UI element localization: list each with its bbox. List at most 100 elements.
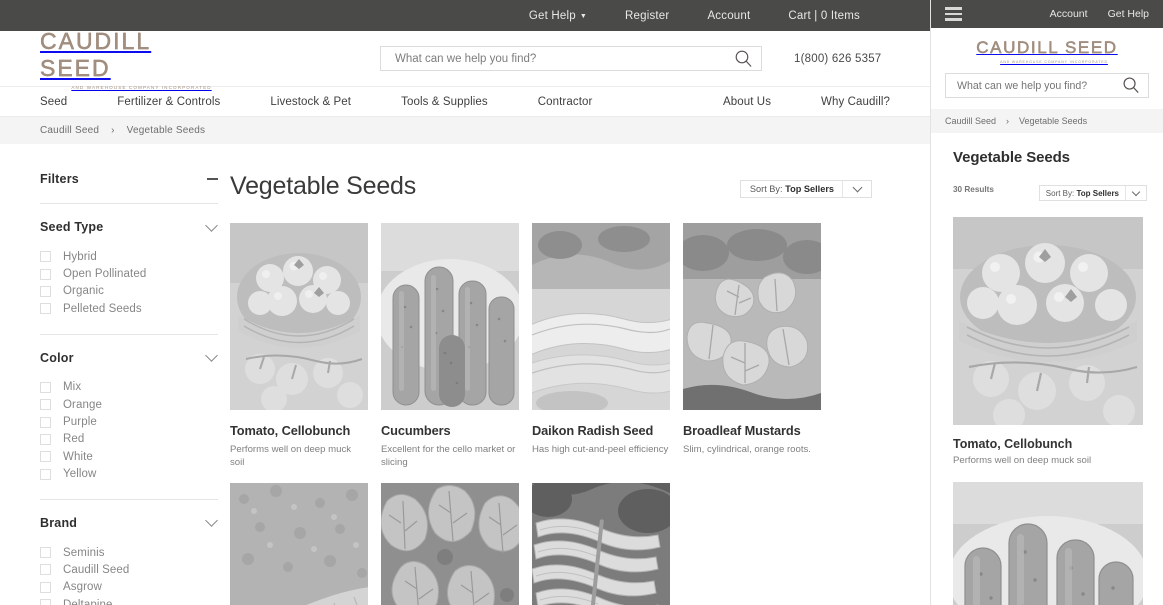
mobile-product-card[interactable]: Tomato, Cellobunch Performs well on deep… [931,201,1163,466]
filter-option-label: Mix [63,381,82,394]
product-title[interactable]: Cucumbers [381,423,519,439]
checkbox[interactable] [40,268,51,280]
filter-option-purple[interactable]: Purple [40,413,218,430]
nav-item-livestock-pet[interactable]: Livestock & Pet [270,96,351,108]
product-image-leafy-greens[interactable] [381,482,519,605]
nav-item-seed[interactable]: Seed [40,96,67,108]
product-card[interactable]: Tomato, Cellobunch Performs well on deep… [230,223,368,470]
product-title[interactable]: Tomato, Cellobunch [953,437,1143,451]
nav-item-fertilizer-controls[interactable]: Fertilizer & Controls [117,96,220,108]
cart-link[interactable]: Cart | 0 Items [788,10,860,22]
product-title[interactable]: Daikon Radish Seed [532,423,670,439]
search-icon[interactable] [1122,76,1140,94]
logo-tagline: AND WAREHOUSE COMPANY INCORPORATED [71,84,212,90]
checkbox[interactable] [40,416,51,428]
mobile-sort-by-dropdown[interactable]: Sort By: Top Sellers [1038,185,1147,201]
filter-option-asgrow[interactable]: Asgrow [40,579,218,596]
filter-option-white[interactable]: White [40,448,218,465]
site-logo[interactable]: CAUDILL SEED AND WAREHOUSE COMPANY INCOR… [40,27,225,90]
listing-header: Vegetable Seeds Sort By: Top Sellers [230,172,872,201]
mobile-product-card[interactable] [931,466,1163,605]
product-title[interactable]: Tomato, Cellobunch [230,423,368,439]
phone-number[interactable]: 1(800) 626 5357 [794,53,881,65]
product-image-mustard-greens-in-field[interactable] [683,223,821,410]
filter-option-pelleted-seeds[interactable]: Pelleted Seeds [40,300,218,317]
filter-group-header[interactable]: Seed Type [40,218,218,248]
mobile-link-get-help[interactable]: Get Help [1108,8,1149,20]
product-title[interactable]: Broadleaf Mustards [683,423,821,439]
nav-item-tools-supplies[interactable]: Tools & Supplies [401,96,488,108]
filter-group-header[interactable]: Color [40,349,218,379]
filter-option-red[interactable]: Red [40,431,218,448]
checkbox[interactable] [40,433,51,445]
checkbox[interactable] [40,251,51,263]
main-nav: Seed Fertilizer & Controls Livestock & P… [0,86,930,117]
filter-option-open-pollinated[interactable]: Open Pollinated [40,265,218,282]
breadcrumb-home[interactable]: Caudill Seed [40,125,99,136]
mobile-site-logo[interactable]: CAUDILL SEED AND WAREHOUSE COMPANY INCOR… [931,28,1163,73]
filter-option-seminis[interactable]: Seminis [40,544,218,561]
checkbox[interactable] [40,399,51,411]
minus-icon[interactable] [207,178,218,180]
filter-option-orange[interactable]: Orange [40,396,218,413]
product-card[interactable] [381,482,519,605]
filter-option-caudill-seed[interactable]: Caudill Seed [40,561,218,578]
checkbox[interactable] [40,451,51,463]
filter-group-brand: Brand Seminis Caudill Seed Asgrow Deltap… [40,500,218,605]
chevron-down-icon[interactable] [843,182,871,193]
product-card[interactable] [230,482,368,605]
checkbox[interactable] [40,581,51,593]
checkbox[interactable] [40,303,51,315]
product-image-tomatoes-in-basket[interactable] [953,217,1143,425]
breadcrumb-home[interactable]: Caudill Seed [945,116,996,126]
product-image-cucumbers-on-plate[interactable] [381,223,519,410]
product-image-daikon-radish-pods[interactable] [532,223,670,410]
logo-tagline: AND WAREHOUSE COMPANY INCORPORATED [1000,59,1108,64]
hamburger-menu-icon[interactable] [945,7,962,21]
product-image-bean-pods[interactable] [532,482,670,605]
filter-option-mix[interactable]: Mix [40,379,218,396]
filter-option-yellow[interactable]: Yellow [40,466,218,483]
filter-group-header[interactable]: Brand [40,514,218,544]
filter-option-label: Yellow [63,468,97,481]
search-icon[interactable] [734,49,753,68]
utility-link-get-help[interactable]: Get Help ▼ [529,10,587,22]
checkbox[interactable] [40,599,51,605]
filter-option-label: Red [63,433,85,446]
product-card[interactable]: Daikon Radish Seed Has high cut-and-peel… [532,223,670,470]
product-description: Has high cut-and-peel efficiency [532,443,669,455]
mobile-link-account[interactable]: Account [1050,8,1088,20]
utility-link-register[interactable]: Register [625,10,669,22]
checkbox[interactable] [40,381,51,393]
product-image-carrot-in-soil[interactable] [230,482,368,605]
product-image-cucumbers-on-plate[interactable] [953,482,1143,605]
product-image-tomatoes-in-basket[interactable] [230,223,368,410]
chevron-down-icon[interactable] [205,349,218,362]
filter-option-organic[interactable]: Organic [40,283,218,300]
product-description: Excellent for the cello market or slicin… [381,443,516,468]
mobile-utility-bar: Account Get Help [931,0,1163,28]
checkbox[interactable] [40,285,51,297]
product-card[interactable]: Broadleaf Mustards Slim, cylindrical, or… [683,223,821,470]
chevron-down-icon[interactable] [205,218,218,232]
chevron-down-icon[interactable] [205,514,218,528]
nav-item-why-caudill[interactable]: Why Caudill? [821,96,890,108]
mobile-search-input[interactable] [945,73,1149,98]
checkbox[interactable] [40,468,51,480]
checkbox[interactable] [40,564,51,576]
checkbox[interactable] [40,547,51,559]
sort-by-dropdown[interactable]: Sort By: Top Sellers [739,180,872,198]
filter-option-hybrid[interactable]: Hybrid [40,248,218,265]
search-input[interactable] [380,46,762,71]
nav-item-contractor[interactable]: Contractor [538,96,593,108]
product-card[interactable]: Cucumbers Excellent for the cello market… [381,223,519,470]
filter-option-deltapine[interactable]: Deltapine [40,596,218,605]
filters-header[interactable]: Filters [40,172,218,203]
nav-item-about-us[interactable]: About Us [723,96,771,108]
filters-sidebar: Filters Seed Type Hybrid Open Pollinated… [0,172,230,605]
mobile-page-title: Vegetable Seeds [953,149,1070,166]
mobile-viewport: Account Get Help CAUDILL SEED AND WAREHO… [930,0,1163,605]
utility-link-account[interactable]: Account [707,10,750,22]
chevron-down-icon[interactable] [1126,187,1146,196]
product-card[interactable] [532,482,670,605]
